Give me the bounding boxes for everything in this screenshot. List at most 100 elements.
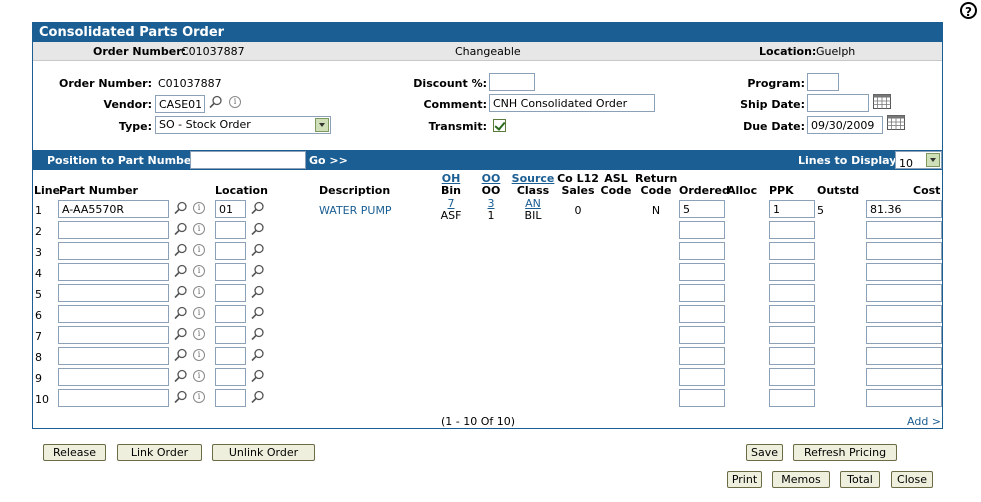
location-search-icon[interactable]	[251, 390, 265, 404]
location-search-icon[interactable]	[251, 222, 265, 236]
ppk-field[interactable]	[769, 284, 815, 302]
cost-field[interactable]	[866, 368, 942, 386]
location-field[interactable]	[215, 200, 246, 218]
location-search-icon[interactable]	[251, 369, 265, 383]
cost-field[interactable]	[866, 221, 942, 239]
part-search-icon[interactable]	[174, 243, 188, 257]
ordered-field[interactable]	[679, 284, 725, 302]
ship-date-calendar-icon[interactable]	[873, 94, 891, 109]
discount-field[interactable]	[489, 73, 535, 91]
part-search-icon[interactable]	[174, 369, 188, 383]
ordered-field[interactable]	[679, 200, 725, 218]
position-part-field[interactable]	[190, 151, 306, 169]
part-search-icon[interactable]	[174, 327, 188, 341]
chevron-down-icon[interactable]	[926, 153, 940, 167]
part-info-icon[interactable]: i	[193, 328, 205, 340]
cost-field[interactable]	[866, 242, 942, 260]
part-number-field[interactable]	[58, 221, 169, 239]
location-field[interactable]	[215, 326, 246, 344]
go-link[interactable]: Go >>	[309, 154, 348, 167]
program-field[interactable]	[807, 73, 839, 91]
part-search-icon[interactable]	[174, 390, 188, 404]
ordered-field[interactable]	[679, 347, 725, 365]
transmit-checkbox[interactable]	[493, 119, 506, 132]
ppk-field[interactable]	[769, 200, 815, 218]
ppk-field[interactable]	[769, 368, 815, 386]
type-select[interactable]: SO - Stock Order	[155, 116, 331, 134]
part-info-icon[interactable]: i	[193, 307, 205, 319]
part-search-icon[interactable]	[174, 264, 188, 278]
unlink-order-button[interactable]: Unlink Order	[212, 444, 315, 461]
part-info-icon[interactable]: i	[193, 370, 205, 382]
part-number-field[interactable]	[58, 305, 169, 323]
add-link[interactable]: Add >	[907, 415, 941, 428]
ppk-field[interactable]	[769, 347, 815, 365]
part-number-field[interactable]	[58, 284, 169, 302]
part-search-icon[interactable]	[174, 348, 188, 362]
location-field[interactable]	[215, 347, 246, 365]
part-number-field[interactable]	[58, 368, 169, 386]
part-info-icon[interactable]: i	[193, 349, 205, 361]
close-button[interactable]: Close	[891, 471, 933, 488]
ppk-field[interactable]	[769, 263, 815, 281]
vendor-info-icon[interactable]: i	[229, 96, 241, 108]
part-info-icon[interactable]: i	[193, 223, 205, 235]
part-number-field[interactable]	[58, 326, 169, 344]
cost-field[interactable]	[866, 389, 942, 407]
part-search-icon[interactable]	[174, 306, 188, 320]
cost-field[interactable]	[866, 284, 942, 302]
help-icon[interactable]: ?	[960, 2, 977, 19]
ppk-field[interactable]	[769, 221, 815, 239]
part-number-field[interactable]	[58, 389, 169, 407]
cost-field[interactable]	[866, 347, 942, 365]
ppk-field[interactable]	[769, 389, 815, 407]
total-button[interactable]: Total	[840, 471, 880, 488]
location-search-icon[interactable]	[251, 264, 265, 278]
ppk-field[interactable]	[769, 326, 815, 344]
part-search-icon[interactable]	[174, 285, 188, 299]
ordered-field[interactable]	[679, 305, 725, 323]
location-field[interactable]	[215, 242, 246, 260]
memos-button[interactable]: Memos	[772, 471, 830, 488]
location-search-icon[interactable]	[251, 243, 265, 257]
ordered-field[interactable]	[679, 389, 725, 407]
comment-field[interactable]	[489, 94, 655, 112]
refresh-pricing-button[interactable]: Refresh Pricing	[793, 444, 897, 461]
vendor-search-icon[interactable]	[209, 95, 223, 109]
ordered-field[interactable]	[679, 263, 725, 281]
location-field[interactable]	[215, 305, 246, 323]
ship-date-field[interactable]	[807, 94, 869, 112]
cost-field[interactable]	[866, 326, 942, 344]
cost-field[interactable]	[866, 200, 942, 218]
part-info-icon[interactable]: i	[193, 286, 205, 298]
cost-field[interactable]	[866, 305, 942, 323]
release-button[interactable]: Release	[43, 444, 106, 461]
location-field[interactable]	[215, 221, 246, 239]
print-button[interactable]: Print	[727, 471, 762, 488]
part-info-icon[interactable]: i	[193, 244, 205, 256]
location-search-icon[interactable]	[251, 327, 265, 341]
part-search-icon[interactable]	[174, 222, 188, 236]
link-order-button[interactable]: Link Order	[117, 444, 202, 461]
ordered-field[interactable]	[679, 221, 725, 239]
due-date-field[interactable]	[807, 116, 883, 134]
due-date-calendar-icon[interactable]	[887, 115, 905, 130]
part-info-icon[interactable]: i	[193, 391, 205, 403]
location-field[interactable]	[215, 368, 246, 386]
part-info-icon[interactable]: i	[193, 265, 205, 277]
cost-field[interactable]	[866, 263, 942, 281]
part-number-field[interactable]	[58, 200, 169, 218]
vendor-field[interactable]	[155, 95, 205, 113]
location-field[interactable]	[215, 284, 246, 302]
lines-select[interactable]: 10	[895, 151, 942, 170]
location-field[interactable]	[215, 389, 246, 407]
location-search-icon[interactable]	[251, 306, 265, 320]
location-field[interactable]	[215, 263, 246, 281]
save-button[interactable]: Save	[746, 444, 783, 461]
part-number-field[interactable]	[58, 242, 169, 260]
ordered-field[interactable]	[679, 368, 725, 386]
ordered-field[interactable]	[679, 242, 725, 260]
chevron-down-icon[interactable]	[315, 118, 329, 132]
part-number-field[interactable]	[58, 347, 169, 365]
part-info-icon[interactable]: i	[193, 202, 205, 214]
